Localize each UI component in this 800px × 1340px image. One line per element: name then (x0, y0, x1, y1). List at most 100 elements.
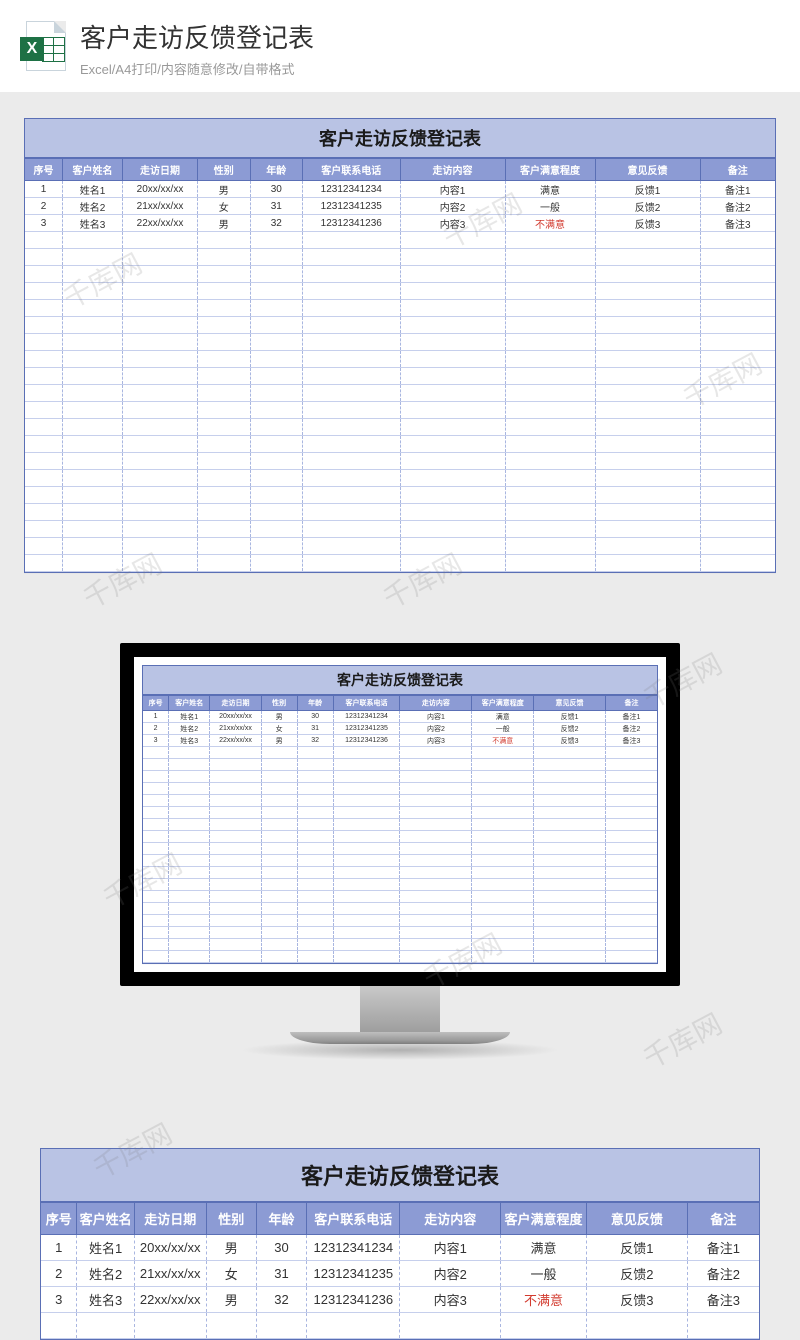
table-row-empty (143, 843, 657, 855)
table-row-empty (143, 939, 657, 951)
cell-date: 21xx/xx/xx (210, 723, 261, 735)
cell-remark: 备注1 (700, 181, 775, 198)
table-row: 1姓名120xx/xx/xx男3012312341234内容1满意反馈1备注1 (41, 1235, 759, 1261)
table-header-row: 序号客户姓名走访日期性别年龄客户联系电话走访内容客户满意程度意见反馈备注 (143, 696, 657, 711)
sheet-title: 客户走访反馈登记表 (25, 119, 775, 158)
column-header: 走访日期 (210, 696, 261, 711)
cell-remark: 备注1 (606, 711, 657, 723)
cell-content: 内容1 (400, 711, 472, 723)
column-header: 走访日期 (134, 1203, 206, 1235)
column-header: 性别 (261, 696, 297, 711)
table-row-empty (143, 891, 657, 903)
table-row-empty (25, 368, 775, 385)
cell-age: 32 (297, 735, 333, 747)
column-header: 备注 (606, 696, 657, 711)
cell-feedback: 反馈1 (587, 1235, 688, 1261)
cell-age: 31 (250, 198, 303, 215)
cell-phone: 12312341235 (303, 198, 401, 215)
table-row-empty (25, 555, 775, 572)
cell-age: 30 (297, 711, 333, 723)
cell-seq: 3 (25, 215, 63, 232)
column-header: 客户姓名 (77, 1203, 134, 1235)
column-header: 序号 (143, 696, 169, 711)
sheet-title: 客户走访反馈登记表 (41, 1149, 759, 1202)
column-header: 年龄 (297, 696, 333, 711)
column-header: 走访内容 (400, 1203, 501, 1235)
table-row-empty (25, 538, 775, 555)
table-row-empty (25, 504, 775, 521)
spreadsheet-preview-large: 客户走访反馈登记表 序号客户姓名走访日期性别年龄客户联系电话走访内容客户满意程度… (24, 118, 776, 573)
cell-satisfy: 不满意 (472, 735, 534, 747)
cell-remark: 备注2 (606, 723, 657, 735)
table-row-empty (25, 334, 775, 351)
cell-name: 姓名3 (169, 735, 210, 747)
cell-satisfy: 满意 (472, 711, 534, 723)
cell-gender: 女 (261, 723, 297, 735)
table-row: 1姓名120xx/xx/xx男3012312341234内容1满意反馈1备注1 (143, 711, 657, 723)
cell-remark: 备注2 (687, 1261, 759, 1287)
cell-satisfy: 不满意 (505, 215, 595, 232)
table-row-empty (143, 927, 657, 939)
cell-feedback: 反馈2 (534, 723, 606, 735)
cell-content: 内容1 (400, 1235, 501, 1261)
cell-feedback: 反馈2 (595, 198, 700, 215)
table-row-empty (25, 283, 775, 300)
cell-gender: 男 (198, 181, 251, 198)
column-header: 序号 (25, 159, 63, 181)
table-row-empty (143, 915, 657, 927)
cell-phone: 12312341234 (307, 1235, 400, 1261)
table-row-empty (143, 807, 657, 819)
cell-content: 内容2 (400, 723, 472, 735)
page-title: 客户走访反馈登记表 (80, 18, 314, 55)
cell-phone: 12312341235 (307, 1261, 400, 1287)
cell-phone: 12312341236 (333, 735, 400, 747)
cell-gender: 男 (261, 711, 297, 723)
table-row-empty (25, 487, 775, 504)
table-row-empty (25, 436, 775, 453)
column-header: 客户姓名 (63, 159, 123, 181)
column-header: 客户满意程度 (472, 696, 534, 711)
column-header: 走访内容 (400, 696, 472, 711)
table-header-row: 序号客户姓名走访日期性别年龄客户联系电话走访内容客户满意程度意见反馈备注 (25, 159, 775, 181)
table-row-empty (25, 300, 775, 317)
cell-gender: 女 (206, 1261, 256, 1287)
column-header: 走访日期 (123, 159, 198, 181)
cell-feedback: 反馈3 (595, 215, 700, 232)
column-header: 性别 (206, 1203, 256, 1235)
cell-name: 姓名1 (169, 711, 210, 723)
column-header: 客户联系电话 (307, 1203, 400, 1235)
cell-remark: 备注2 (700, 198, 775, 215)
column-header: 序号 (41, 1203, 77, 1235)
cell-phone: 12312341234 (333, 711, 400, 723)
cell-satisfy: 满意 (505, 181, 595, 198)
table-row-empty (143, 855, 657, 867)
cell-satisfy: 一般 (505, 198, 595, 215)
column-header: 客户联系电话 (303, 159, 401, 181)
cell-name: 姓名2 (169, 723, 210, 735)
cell-seq: 1 (25, 181, 63, 198)
cell-feedback: 反馈3 (534, 735, 606, 747)
cell-name: 姓名3 (63, 215, 123, 232)
cell-date: 22xx/xx/xx (210, 735, 261, 747)
table-row-empty (25, 453, 775, 470)
table-row-empty (41, 1313, 759, 1339)
cell-date: 21xx/xx/xx (123, 198, 198, 215)
cell-phone: 12312341236 (303, 215, 401, 232)
cell-seq: 1 (143, 711, 169, 723)
spreadsheet-preview-cropped: 客户走访反馈登记表 序号客户姓名走访日期性别年龄客户联系电话走访内容客户满意程度… (40, 1148, 760, 1340)
table-row: 3姓名322xx/xx/xx男3212312341236内容3不满意反馈3备注3 (143, 735, 657, 747)
cell-content: 内容1 (400, 181, 505, 198)
cell-name: 姓名1 (77, 1235, 134, 1261)
table-row-empty (143, 879, 657, 891)
table-header-row: 序号客户姓名走访日期性别年龄客户联系电话走访内容客户满意程度意见反馈备注 (41, 1203, 759, 1235)
data-table: 序号客户姓名走访日期性别年龄客户联系电话走访内容客户满意程度意见反馈备注 1姓名… (25, 158, 775, 572)
table-row-empty (143, 795, 657, 807)
cell-name: 姓名1 (63, 181, 123, 198)
column-header: 备注 (687, 1203, 759, 1235)
cell-seq: 3 (143, 735, 169, 747)
table-row: 2姓名221xx/xx/xx女3112312341235内容2一般反馈2备注2 (143, 723, 657, 735)
table-row-empty (25, 317, 775, 334)
cell-gender: 男 (206, 1235, 256, 1261)
cell-age: 31 (297, 723, 333, 735)
table-row: 1姓名120xx/xx/xx男3012312341234内容1满意反馈1备注1 (25, 181, 775, 198)
